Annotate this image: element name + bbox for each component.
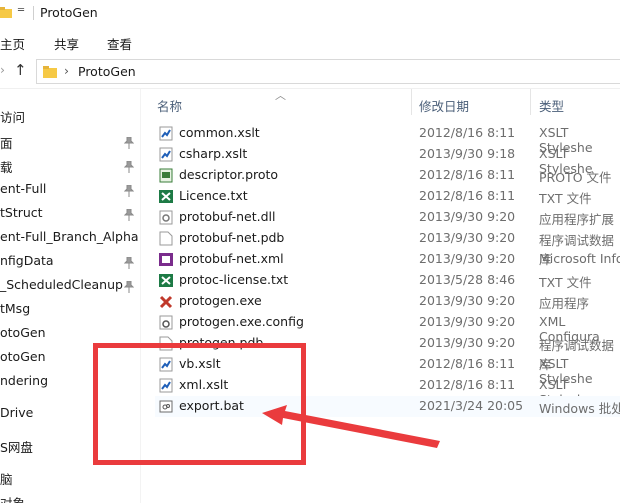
annotation-arrow — [262, 405, 440, 448]
